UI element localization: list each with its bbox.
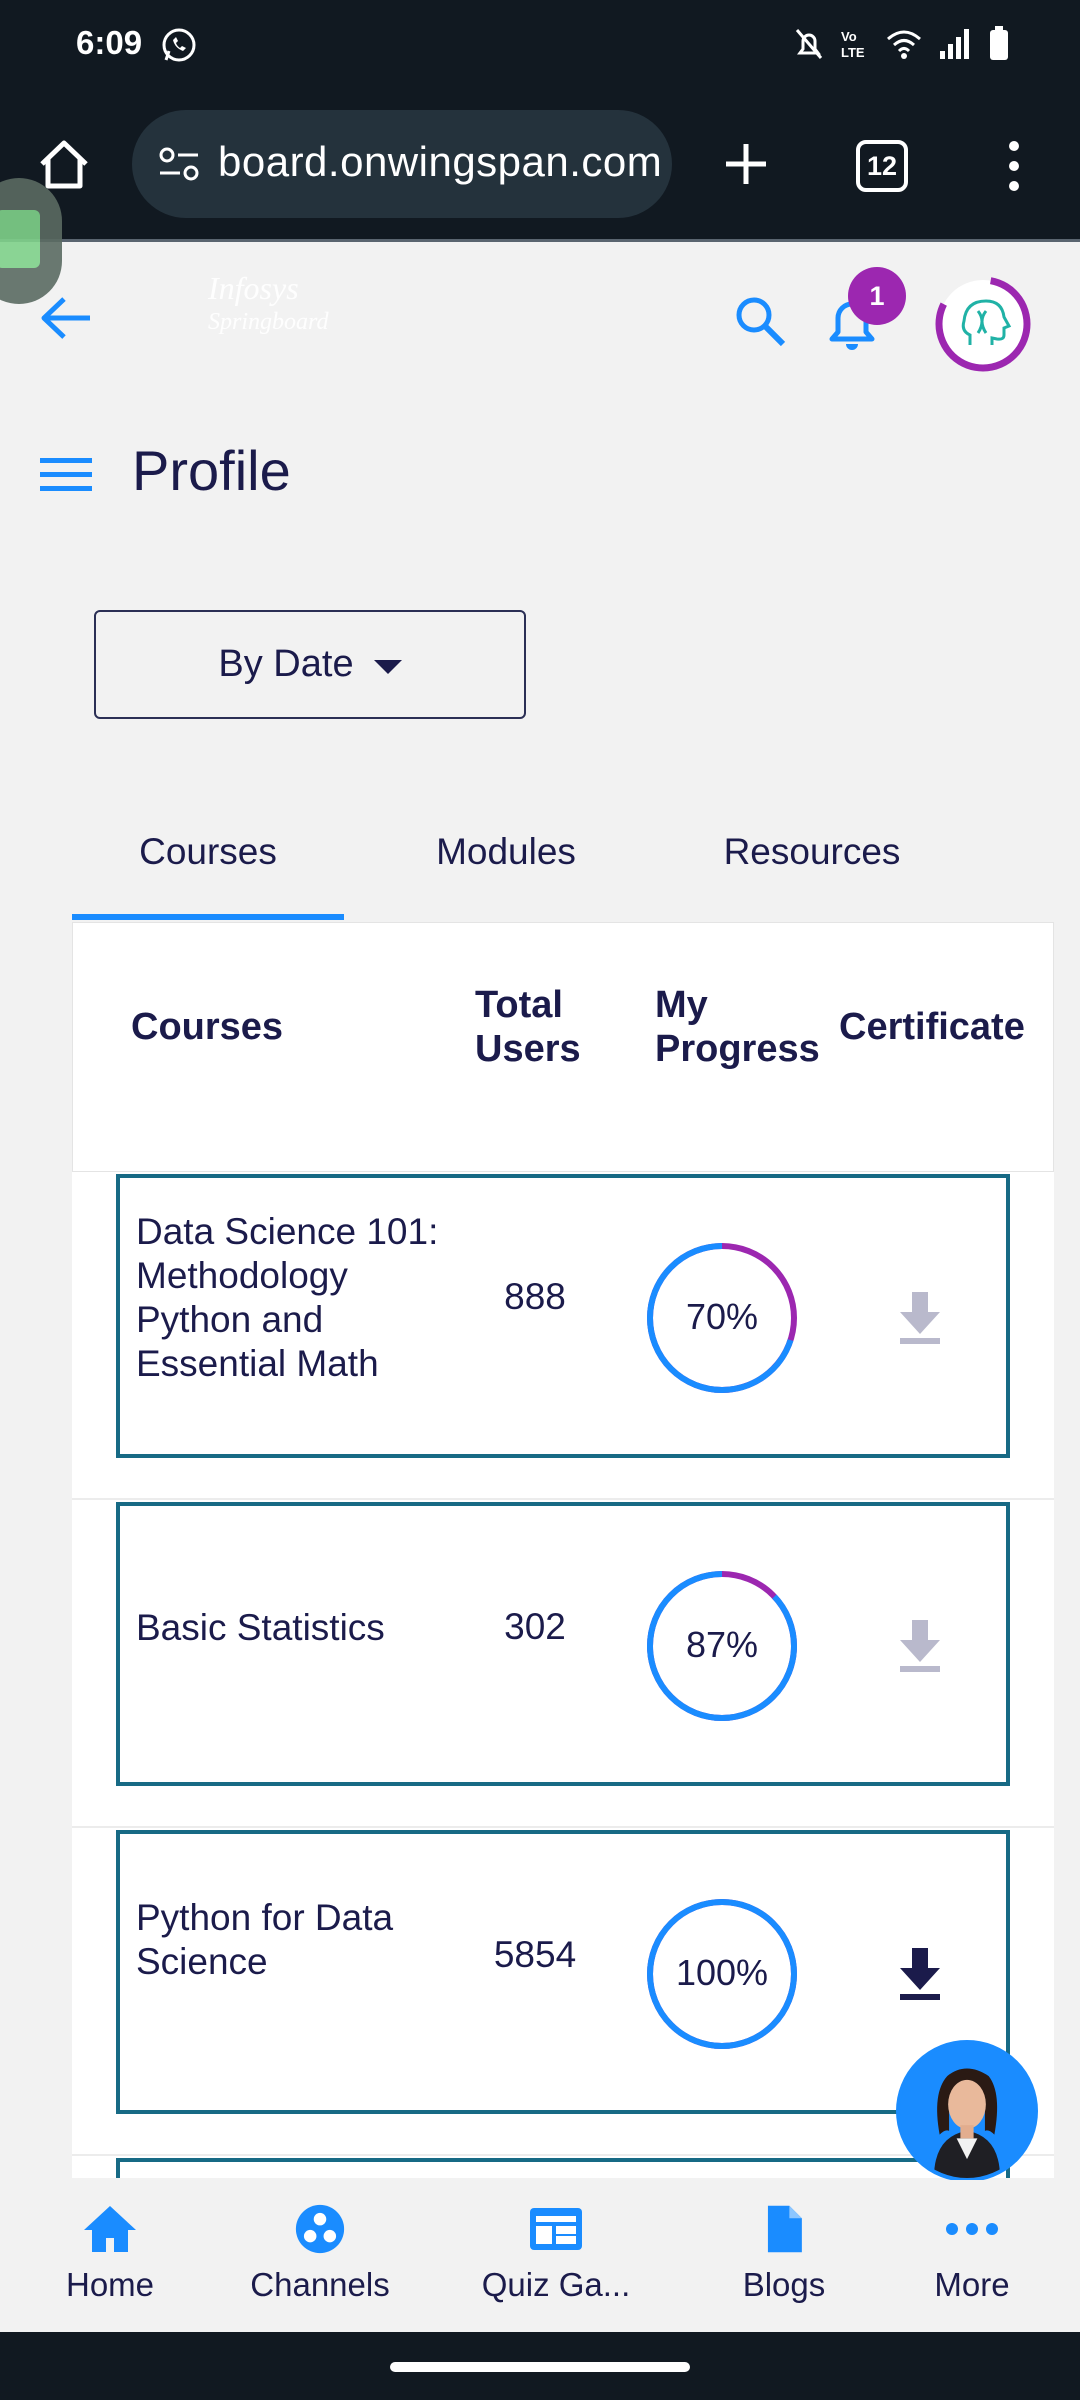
nav-home[interactable]: Home: [40, 2204, 180, 2324]
course-name: Basic Statistics: [136, 1607, 385, 1648]
course-list: Data Science 101: Methodology Python and…: [72, 1172, 1054, 2178]
tab-modules[interactable]: Modules: [380, 810, 632, 920]
more-vert-icon[interactable]: [1000, 140, 1028, 192]
volte-icon: VoLTE: [841, 29, 865, 60]
svg-text:LTE: LTE: [841, 45, 865, 60]
svg-text:Vo: Vo: [841, 29, 857, 44]
search-icon[interactable]: [732, 293, 788, 349]
quiz-icon: [530, 2208, 582, 2250]
course-row[interactable]: Data Science 101: Methodology Python and…: [116, 1174, 1010, 1458]
app-header: Infosys Springboard 1: [0, 245, 1080, 405]
battery-icon: [990, 26, 1008, 60]
site-settings-icon[interactable]: [158, 146, 200, 182]
status-time: 6:09: [76, 24, 143, 61]
row-divider: [72, 2154, 1054, 2156]
tab-courses[interactable]: Courses: [72, 810, 344, 920]
page-title: Profile: [132, 439, 291, 502]
course-row[interactable]: Basic Statistics 302 87%: [116, 1502, 1010, 1786]
brand-logo: Infosys Springboard: [208, 270, 329, 335]
system-gesture-bar: [0, 2332, 1080, 2400]
total-users: 888: [504, 1276, 566, 1317]
progress-label: 70%: [685, 1296, 759, 1337]
profile-avatar[interactable]: [934, 275, 1032, 373]
back-arrow-icon[interactable]: [38, 293, 94, 343]
nav-blogs[interactable]: Blogs: [714, 2204, 854, 2324]
nav-channels[interactable]: Channels: [240, 2204, 400, 2324]
tab-resources[interactable]: Resources: [662, 810, 962, 920]
column-header-courses: Courses: [131, 1006, 284, 1048]
channels-icon: [295, 2204, 345, 2254]
column-header-my-progress: My Progress: [655, 984, 820, 1070]
progress-label: 87%: [685, 1624, 759, 1665]
column-header-certificate: Certificate: [839, 1006, 1025, 1048]
course-name: Python for Data Science: [136, 1897, 394, 1982]
progress-label: 100%: [675, 1952, 769, 1993]
tab-switcher-button[interactable]: 12: [856, 140, 908, 192]
url-text: board.onwingspan.com: [218, 138, 663, 185]
tab-bar: Courses Modules Resources: [72, 810, 1052, 920]
wifi-icon: [887, 30, 921, 59]
browser-toolbar: board.onwingspan.com 12: [0, 90, 1080, 242]
notification-badge: 1: [848, 267, 906, 325]
course-name: Data Science 101: Methodology Python and…: [136, 1211, 439, 1384]
total-users: 302: [504, 1606, 566, 1647]
status-icons: Vo LTE: [794, 24, 1010, 64]
signal-icon: [940, 29, 969, 59]
blog-icon: [767, 2205, 802, 2253]
course-row[interactable]: Python for Data Science 5854 100%: [116, 1830, 1010, 2114]
new-tab-icon[interactable]: [716, 134, 776, 194]
nav-quiz-games[interactable]: Quiz Ga...: [476, 2204, 636, 2324]
home-gesture-handle[interactable]: [390, 2362, 690, 2372]
home-icon: [84, 2206, 136, 2252]
more-horiz-icon: [946, 2223, 998, 2235]
whatsapp-icon: [162, 28, 196, 62]
page-title-row: Profile: [0, 420, 1080, 520]
mute-icon: [795, 29, 823, 59]
download-certificate-icon[interactable]: [898, 1292, 942, 1346]
status-bar: 6:09 Vo LTE: [0, 0, 1080, 90]
column-header-total-users: Total Users: [475, 984, 581, 1070]
nav-more[interactable]: More: [904, 2204, 1040, 2324]
row-divider: [72, 1826, 1054, 1828]
table-header: Courses Total Users My Progress Certific…: [72, 922, 1054, 1172]
download-certificate-icon[interactable]: [898, 1948, 942, 2002]
bottom-navigation: Home Channels Quiz Ga... Blogs More: [0, 2180, 1080, 2332]
row-divider: [72, 1498, 1054, 1500]
total-users: 5854: [493, 1934, 577, 1975]
sort-dropdown-label: By Date: [218, 643, 354, 685]
caret-down-icon: [373, 659, 402, 674]
course-row[interactable]: [116, 2158, 1010, 2178]
assistant-avatar-button[interactable]: [896, 2040, 1038, 2182]
sort-dropdown[interactable]: By Date: [94, 610, 526, 719]
download-certificate-icon[interactable]: [898, 1620, 942, 1674]
address-bar[interactable]: board.onwingspan.com: [132, 110, 672, 218]
hamburger-menu-icon[interactable]: [40, 454, 92, 494]
